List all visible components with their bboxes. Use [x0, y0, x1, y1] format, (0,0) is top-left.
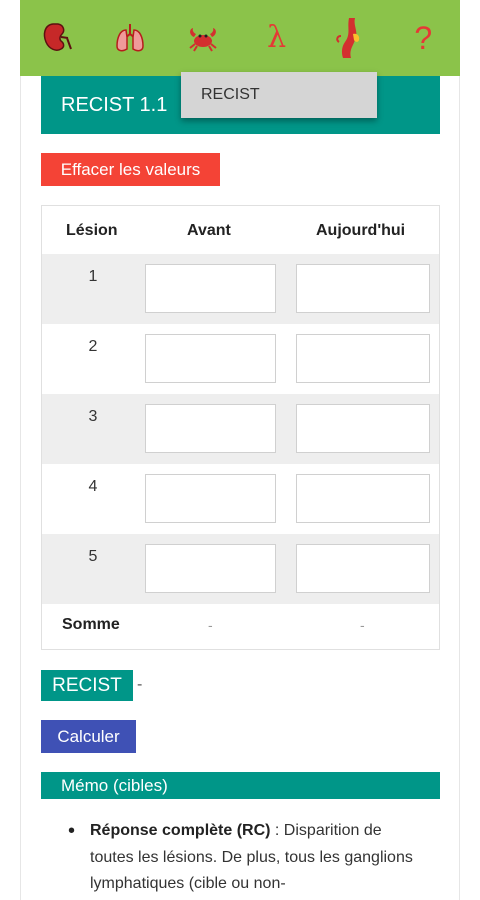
- table-row: 2: [42, 324, 439, 394]
- recist-result-value: -: [137, 676, 143, 693]
- recist-result-badge: RECIST: [41, 670, 133, 701]
- lesion-number: 1: [88, 268, 98, 285]
- table-row: 5: [42, 534, 439, 604]
- table-row: 1: [42, 254, 439, 324]
- memo-header: Mémo (cibles): [41, 772, 440, 799]
- today-input[interactable]: [296, 404, 430, 453]
- before-input[interactable]: [145, 474, 276, 523]
- lambda-icon[interactable]: λ: [240, 0, 313, 76]
- sum-before-value: -: [208, 617, 213, 633]
- toolbar: λ ?: [20, 0, 460, 76]
- column-header-today: Aujourd'hui: [316, 222, 406, 239]
- kidney-icon[interactable]: [20, 0, 93, 76]
- lesion-number: 2: [88, 338, 98, 355]
- before-input[interactable]: [145, 264, 276, 313]
- list-item: Réponse complète (RC) : Disparition de t…: [60, 818, 422, 898]
- before-input[interactable]: [145, 334, 276, 383]
- dropdown-item-recist[interactable]: RECIST: [201, 86, 260, 104]
- dropdown-menu[interactable]: RECIST: [181, 72, 377, 118]
- lambda-glyph: λ: [267, 20, 287, 55]
- today-input[interactable]: [296, 544, 430, 593]
- sum-label: Somme: [62, 616, 120, 633]
- lesion-number: 3: [88, 408, 98, 425]
- clear-values-button[interactable]: Effacer les valeurs: [41, 153, 220, 186]
- today-input[interactable]: [296, 334, 430, 383]
- crab-icon[interactable]: [167, 0, 240, 76]
- lesion-number: 4: [88, 478, 98, 495]
- calculate-button[interactable]: Calculer: [41, 720, 136, 753]
- memo-list: Réponse complète (RC) : Disparition de t…: [60, 818, 422, 898]
- before-input[interactable]: [145, 544, 276, 593]
- table-row: 3: [42, 394, 439, 464]
- vessel-icon[interactable]: [313, 0, 386, 76]
- help-icon[interactable]: ?: [387, 0, 460, 76]
- column-header-before: Avant: [187, 222, 231, 239]
- column-header-lesion: Lésion: [66, 222, 118, 239]
- today-input[interactable]: [296, 474, 430, 523]
- sum-row: Somme - -: [42, 604, 439, 649]
- lesion-table: Lésion Avant Aujourd'hui 1 2 3 4 5 Somme…: [41, 205, 440, 650]
- before-input[interactable]: [145, 404, 276, 453]
- sum-today-value: -: [360, 617, 365, 633]
- lungs-icon[interactable]: [93, 0, 166, 76]
- help-glyph: ?: [414, 19, 433, 56]
- memo-term: Réponse complète (RC): [90, 822, 271, 839]
- today-input[interactable]: [296, 264, 430, 313]
- lesion-number: 5: [88, 548, 98, 565]
- table-row: 4: [42, 464, 439, 534]
